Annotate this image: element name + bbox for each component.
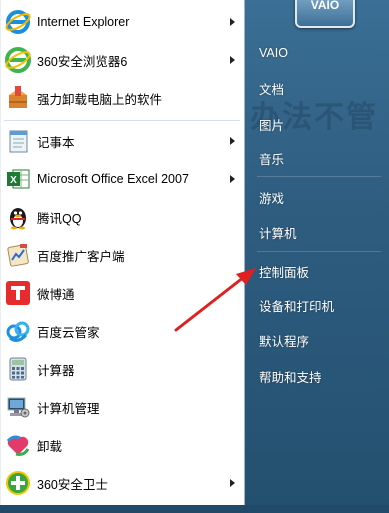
program-internet-explorer[interactable]: Internet Explorer [0, 4, 244, 40]
divider [257, 176, 381, 177]
link-control-panel[interactable]: 控制面板 [247, 258, 387, 284]
program-baidu-promo-client[interactable]: 百度推广客户端 [0, 237, 244, 273]
link-documents[interactable]: 文档 [247, 75, 387, 101]
divider [257, 251, 381, 252]
baidu-promo-icon [3, 240, 33, 270]
program-360-browser[interactable]: 360安全浏览器6 [0, 42, 244, 78]
submenu-arrow-icon[interactable] [230, 175, 235, 183]
submenu-arrow-icon[interactable] [230, 56, 235, 64]
program-label: 计算器 [37, 363, 75, 378]
program-label: 微博通 [37, 287, 75, 302]
program-label: 360安全浏览器6 [37, 54, 128, 69]
weibotong-icon [3, 278, 33, 308]
link-computer[interactable]: 计算机 [247, 219, 387, 245]
program-label: 百度推广客户端 [37, 249, 125, 264]
excel-icon: X [3, 164, 33, 194]
program-label: 卸载 [37, 439, 63, 454]
program-label: Internet Explorer [37, 15, 130, 29]
taskbar-edge [0, 505, 389, 513]
program-label: 计算机管理 [37, 401, 100, 416]
link-help-support[interactable]: 帮助和支持 [247, 363, 387, 389]
start-menu-right-panel: VAIO 文档 图片 音乐 游戏 计算机 控制面板 设备和打印机 默认程序 帮助… [245, 0, 389, 513]
program-uninstall[interactable]: 卸载 [0, 427, 244, 463]
submenu-arrow-icon[interactable] [230, 18, 235, 26]
submenu-arrow-icon[interactable] [230, 479, 235, 487]
link-vaio[interactable]: VAIO [247, 40, 387, 66]
program-baidu-cloud[interactable]: 百度云管家 [0, 313, 244, 349]
link-music[interactable]: 音乐 [247, 145, 387, 171]
divider [4, 120, 240, 121]
link-devices-printers[interactable]: 设备和打印机 [247, 292, 387, 318]
program-calculator[interactable]: 计算器 [0, 351, 244, 387]
link-games[interactable]: 游戏 [247, 184, 387, 210]
uninstall-box-icon [3, 83, 33, 113]
360-safe-icon [3, 468, 33, 498]
program-computer-management[interactable]: 计算机管理 [0, 389, 244, 425]
program-tencent-qq[interactable]: 腾讯QQ [0, 199, 244, 235]
baidu-cloud-icon [3, 316, 33, 346]
program-notepad[interactable]: 记事本 [0, 123, 244, 159]
program-label: 百度云管家 [37, 325, 100, 340]
internet-explorer-icon [3, 7, 33, 37]
svg-text:X: X [10, 175, 17, 186]
uninstall-heart-icon [3, 430, 33, 460]
360-browser-icon [3, 45, 33, 75]
program-label: Microsoft Office Excel 2007 [37, 172, 189, 186]
computer-management-icon [3, 392, 33, 422]
program-weibotong[interactable]: 微博通 [0, 275, 244, 311]
program-uninstall-software[interactable]: 强力卸载电脑上的软件 [0, 80, 244, 116]
program-excel-2007[interactable]: X Microsoft Office Excel 2007 [0, 161, 244, 197]
submenu-arrow-icon[interactable] [230, 137, 235, 145]
notepad-icon [3, 126, 33, 156]
program-label: 腾讯QQ [37, 211, 82, 226]
program-label: 记事本 [37, 135, 75, 150]
link-pictures[interactable]: 图片 [247, 111, 387, 137]
program-label: 强力卸载电脑上的软件 [37, 92, 163, 107]
calculator-icon [3, 354, 33, 384]
start-menu-program-list: Internet Explorer 360安全浏览器6 强力卸载电脑上的软件 记… [0, 0, 245, 505]
program-360-safe[interactable]: 360安全卫士 [0, 465, 244, 501]
link-default-programs[interactable]: 默认程序 [247, 327, 387, 353]
program-label: 360安全卫士 [37, 477, 108, 492]
qq-penguin-icon [3, 202, 33, 232]
